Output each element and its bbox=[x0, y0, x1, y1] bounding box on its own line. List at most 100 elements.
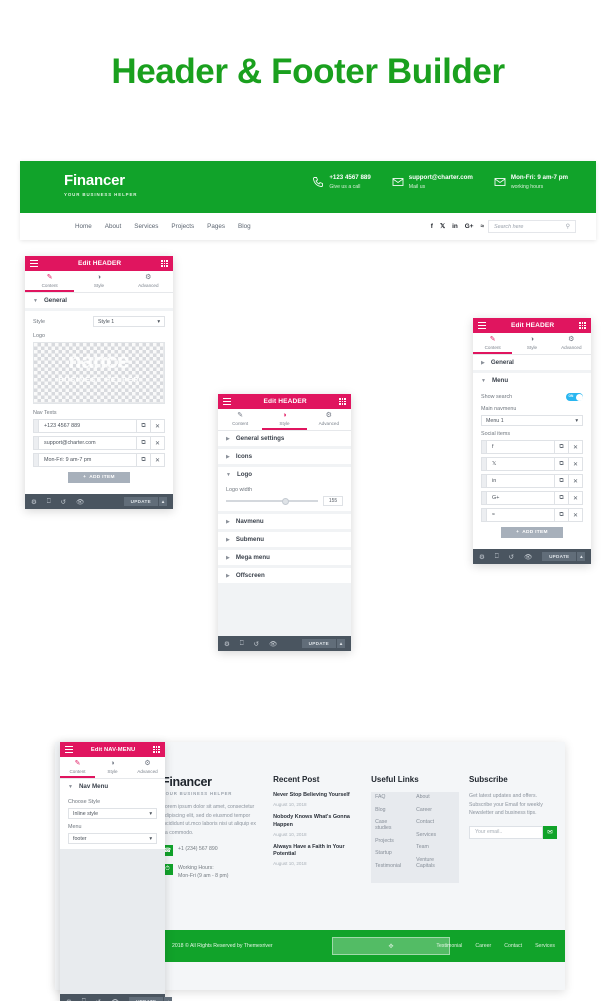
eye-icon[interactable]: 👁 bbox=[111, 998, 119, 1001]
monitor-icon[interactable]: ⎕ bbox=[240, 640, 244, 648]
update-button[interactable]: UPDATE bbox=[123, 497, 158, 506]
tab-advanced[interactable]: ⚙ Advanced bbox=[552, 333, 591, 354]
post-item[interactable]: Nobody Knows What's Gonna Happen August … bbox=[273, 814, 361, 837]
post-item[interactable]: Always Have a Faith in Your Potential Au… bbox=[273, 844, 361, 867]
show-search-toggle[interactable]: ON bbox=[566, 393, 583, 401]
tab-advanced[interactable]: ⚙ Advanced bbox=[130, 757, 165, 778]
duplicate-icon[interactable]: ⧉ bbox=[137, 436, 151, 450]
nav-link-blog[interactable]: Blog bbox=[238, 223, 251, 230]
tab-advanced[interactable]: ⚙ Advanced bbox=[124, 271, 173, 292]
list-item[interactable]: Blog bbox=[375, 807, 404, 813]
grid-icon[interactable] bbox=[153, 746, 160, 753]
logo-width-slider[interactable] bbox=[226, 497, 318, 505]
tab-style[interactable]: ◑ Style bbox=[512, 333, 551, 354]
list-item[interactable]: Services bbox=[416, 832, 453, 838]
navtext-value[interactable]: Mon-Fri: 9 am-7 pm bbox=[38, 453, 137, 467]
nav-link-pages[interactable]: Pages bbox=[207, 223, 225, 230]
main-navmenu-select[interactable]: Menu 1 ▾ bbox=[481, 415, 583, 426]
post-item[interactable]: Never Stop Believing Yourself August 10,… bbox=[273, 792, 361, 807]
history-icon[interactable]: ↺ bbox=[509, 553, 514, 561]
tab-content[interactable]: ✎ Content bbox=[218, 409, 262, 430]
eye-icon[interactable]: 👁 bbox=[269, 640, 277, 648]
list-item[interactable]: FAQ bbox=[375, 794, 404, 800]
list-item[interactable]: Contact bbox=[416, 819, 453, 825]
gear-icon[interactable]: ⚙ bbox=[479, 553, 485, 561]
close-icon[interactable]: ✕ bbox=[151, 419, 165, 433]
update-button[interactable]: UPDATE bbox=[301, 639, 336, 648]
social-item-value[interactable]: ≈ bbox=[486, 508, 555, 522]
social-item-value[interactable]: 𝕏 bbox=[486, 457, 555, 471]
section-offscreen[interactable]: ▶ Offscreen bbox=[218, 568, 351, 583]
facebook-icon[interactable]: f bbox=[431, 223, 433, 230]
close-icon[interactable]: ✕ bbox=[569, 457, 583, 471]
tab-content[interactable]: ✎ Content bbox=[25, 271, 75, 292]
rss-icon[interactable]: ≈ bbox=[480, 223, 484, 230]
section-general[interactable]: ▼ General bbox=[25, 293, 173, 308]
list-item[interactable]: f ⧉ ✕ bbox=[481, 440, 583, 454]
section-general-settings[interactable]: ▶ General settings bbox=[218, 431, 351, 446]
chevron-up-icon[interactable]: ▲ bbox=[158, 497, 167, 506]
duplicate-icon[interactable]: ⧉ bbox=[555, 440, 569, 454]
style-select[interactable]: Style 1 ▾ bbox=[93, 316, 165, 327]
section-menu[interactable]: ▼ Menu bbox=[473, 373, 591, 388]
nav-link-about[interactable]: About bbox=[105, 223, 121, 230]
section-submenu[interactable]: ▶ Submenu bbox=[218, 532, 351, 547]
list-item[interactable]: Venture Capitals bbox=[416, 857, 453, 869]
navtext-value[interactable]: support@charter.com bbox=[38, 436, 137, 450]
add-item-button[interactable]: + ADD ITEM bbox=[68, 472, 130, 483]
update-button[interactable]: UPDATE bbox=[129, 997, 164, 1001]
tab-content[interactable]: ✎ Content bbox=[60, 757, 95, 778]
monitor-icon[interactable]: ⎕ bbox=[495, 553, 499, 561]
subscribe-submit-button[interactable]: ✉ bbox=[543, 825, 557, 839]
section-icons[interactable]: ▶ Icons bbox=[218, 449, 351, 464]
duplicate-icon[interactable]: ⧉ bbox=[137, 453, 151, 467]
search-icon[interactable]: ⚲ bbox=[566, 223, 570, 230]
twitter-icon[interactable]: 𝕏 bbox=[440, 222, 445, 230]
section-nav-menu[interactable]: ▼ Nav Menu bbox=[60, 779, 165, 794]
grid-icon[interactable] bbox=[161, 260, 168, 267]
tab-advanced[interactable]: ⚙ Advanced bbox=[307, 409, 351, 430]
duplicate-icon[interactable]: ⧉ bbox=[555, 491, 569, 505]
logo-preview[interactable]: nance BUSINESS HELPER bbox=[33, 342, 165, 404]
section-navmenu[interactable]: ▶ Navmenu bbox=[218, 514, 351, 529]
history-icon[interactable]: ↺ bbox=[96, 998, 101, 1001]
googleplus-icon[interactable]: G+ bbox=[465, 223, 474, 230]
duplicate-icon[interactable]: ⧉ bbox=[555, 508, 569, 522]
list-item[interactable]: +123 4567 889 ⧉ ✕ bbox=[33, 419, 165, 433]
chevron-up-icon[interactable]: ▲ bbox=[336, 639, 345, 648]
gear-icon[interactable]: ⚙ bbox=[66, 998, 72, 1001]
close-icon[interactable]: ✕ bbox=[569, 508, 583, 522]
list-item[interactable]: in ⧉ ✕ bbox=[481, 474, 583, 488]
gear-icon[interactable]: ⚙ bbox=[224, 640, 230, 648]
nav-link-services[interactable]: Services bbox=[134, 223, 158, 230]
social-item-value[interactable]: G+ bbox=[486, 491, 555, 505]
menu-select[interactable]: footer ▾ bbox=[68, 833, 157, 844]
footer-link-services[interactable]: Services bbox=[535, 943, 555, 949]
list-item[interactable]: Team bbox=[416, 844, 453, 850]
list-item[interactable]: Mon-Fri: 9 am-7 pm ⧉ ✕ bbox=[33, 453, 165, 467]
email-field[interactable]: Your email.. bbox=[469, 825, 543, 839]
list-item[interactable]: Testimonial bbox=[375, 863, 404, 869]
section-logo[interactable]: ▼ Logo bbox=[218, 467, 351, 482]
close-icon[interactable]: ✕ bbox=[569, 491, 583, 505]
social-item-value[interactable]: f bbox=[486, 440, 555, 454]
useful-links-selected-block[interactable]: FAQ Blog Case studies Projects Startup T… bbox=[371, 792, 460, 883]
list-item[interactable]: Case studies bbox=[375, 819, 404, 831]
history-icon[interactable]: ↺ bbox=[254, 640, 259, 648]
tab-style[interactable]: ◑ Style bbox=[262, 409, 307, 430]
footer-link-contact[interactable]: Contact bbox=[504, 943, 522, 949]
linkedin-icon[interactable]: in bbox=[452, 223, 458, 230]
update-button[interactable]: UPDATE bbox=[542, 552, 577, 561]
list-item[interactable]: Startup bbox=[375, 850, 404, 856]
monitor-icon[interactable]: ⎕ bbox=[82, 998, 86, 1001]
menu-icon[interactable] bbox=[30, 259, 38, 268]
close-icon[interactable]: ✕ bbox=[569, 440, 583, 454]
menu-icon[interactable] bbox=[65, 745, 73, 754]
navtext-value[interactable]: +123 4567 889 bbox=[38, 419, 137, 433]
site-search-input[interactable]: Search here ⚲ bbox=[488, 220, 576, 233]
list-item[interactable]: support@charter.com ⧉ ✕ bbox=[33, 436, 165, 450]
chevron-up-icon[interactable]: ▲ bbox=[163, 997, 173, 1001]
list-item[interactable]: Projects bbox=[375, 838, 404, 844]
duplicate-icon[interactable]: ⧉ bbox=[137, 419, 151, 433]
list-item[interactable]: Career bbox=[416, 807, 453, 813]
